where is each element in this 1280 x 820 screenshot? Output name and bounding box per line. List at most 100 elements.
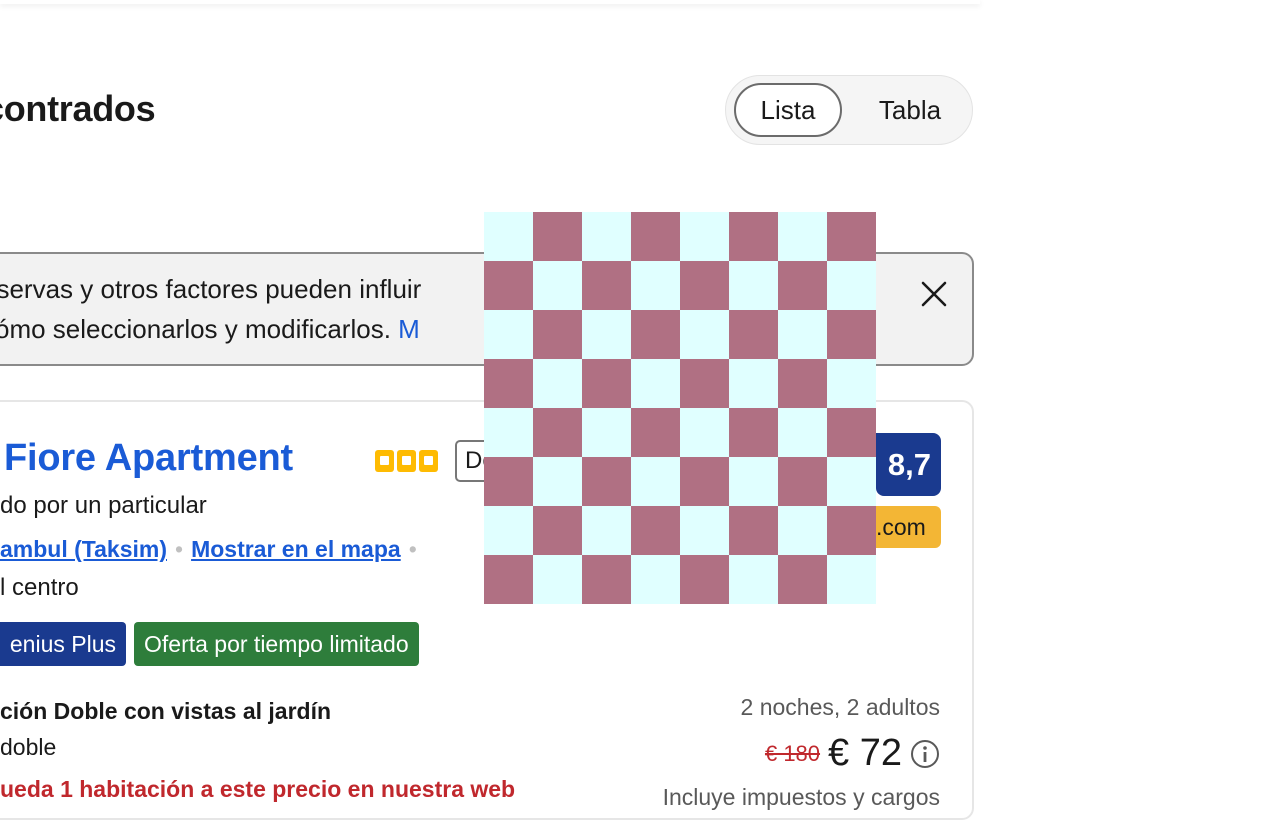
checker-cell: [631, 261, 680, 310]
checker-cell: [631, 408, 680, 457]
checker-cell: [484, 408, 533, 457]
checker-cell: [680, 506, 729, 555]
checker-cell: [484, 310, 533, 359]
checker-cell: [680, 457, 729, 506]
checkerboard-overlay: [484, 212, 876, 604]
separator-dot: •: [175, 536, 184, 562]
checker-cell: [484, 359, 533, 408]
checker-cell: [533, 310, 582, 359]
checker-cell: [827, 408, 876, 457]
checker-cell: [827, 310, 876, 359]
checker-cell: [533, 408, 582, 457]
notice-text-line-2-body: cómo seleccionarlos y modificarlos.: [0, 314, 391, 344]
checker-cell: [778, 212, 827, 261]
room-type: ción Doble con vistas al jardín: [0, 698, 332, 724]
checker-cell: [533, 261, 582, 310]
price-row: € 180 € 72: [765, 732, 940, 775]
checker-cell: [533, 506, 582, 555]
checker-cell: [729, 310, 778, 359]
star-icon: [397, 450, 416, 472]
checker-cell: [582, 359, 631, 408]
star-icon: [419, 450, 438, 472]
checker-cell: [827, 555, 876, 604]
checker-cell: [484, 506, 533, 555]
toggle-option-list[interactable]: Lista: [734, 83, 842, 137]
checker-cell: [729, 359, 778, 408]
host-text: do por un particular: [0, 492, 207, 519]
checker-cell: [631, 212, 680, 261]
checker-cell: [582, 408, 631, 457]
show-on-map-link[interactable]: Mostrar en el mapa: [191, 536, 401, 562]
review-score-badge[interactable]: 8,7: [876, 433, 941, 496]
results-heading: contrados: [0, 88, 156, 129]
checker-cell: [827, 457, 876, 506]
distance-text: l centro: [0, 574, 79, 601]
availability-warning: ueda 1 habitación a este precio en nuest…: [0, 776, 516, 802]
property-name-link[interactable]: m Fiore Apartment: [0, 437, 293, 480]
checker-cell: [827, 212, 876, 261]
checker-cell: [533, 457, 582, 506]
location-link[interactable]: ambul (Taksim): [0, 536, 167, 562]
checker-cell: [582, 555, 631, 604]
checker-cell: [827, 359, 876, 408]
checker-cell: [680, 555, 729, 604]
checker-cell: [680, 261, 729, 310]
checker-cell: [582, 261, 631, 310]
checker-cell: [729, 506, 778, 555]
original-price: € 180: [764, 740, 821, 766]
location-row: ambul (Taksim) • Mostrar en el mapa •: [0, 536, 425, 563]
checker-cell: [631, 506, 680, 555]
checker-cell: [582, 310, 631, 359]
checker-cell: [778, 408, 827, 457]
info-icon[interactable]: [910, 739, 940, 769]
close-icon[interactable]: [918, 278, 950, 310]
checker-cell: [631, 457, 680, 506]
current-price: € 72: [828, 732, 902, 774]
notice-more-link[interactable]: M: [398, 314, 420, 344]
checker-cell: [631, 359, 680, 408]
checker-cell: [778, 359, 827, 408]
view-toggle: Lista Tabla: [725, 75, 973, 145]
checker-cell: [778, 457, 827, 506]
checker-cell: [827, 261, 876, 310]
checker-cell: [533, 359, 582, 408]
star-rating: [375, 450, 438, 472]
checker-cell: [484, 457, 533, 506]
checker-cell: [778, 506, 827, 555]
checker-cell: [582, 506, 631, 555]
checker-cell: [680, 212, 729, 261]
toggle-option-table[interactable]: Tabla: [856, 83, 964, 137]
checker-cell: [729, 261, 778, 310]
checker-cell: [729, 457, 778, 506]
bed-type: doble: [0, 734, 57, 760]
checker-cell: [729, 555, 778, 604]
checker-cell: [680, 359, 729, 408]
checker-cell: [680, 408, 729, 457]
checker-cell: [484, 212, 533, 261]
stay-details: 2 noches, 2 adultos: [740, 694, 940, 720]
genius-badge: enius Plus: [0, 622, 126, 666]
checker-cell: [778, 310, 827, 359]
checker-cell: [729, 408, 778, 457]
checker-cell: [729, 212, 778, 261]
checker-cell: [484, 261, 533, 310]
partner-badge: .com: [876, 506, 941, 548]
notice-text-line-1: eservas y otros factores pueden influir: [0, 274, 422, 304]
checker-cell: [778, 261, 827, 310]
checker-cell: [631, 555, 680, 604]
taxes-note: Incluye impuestos y cargos: [662, 784, 940, 810]
checker-cell: [582, 457, 631, 506]
separator-dot: •: [408, 536, 417, 562]
checker-cell: [484, 555, 533, 604]
star-icon: [375, 450, 394, 472]
checker-cell: [631, 310, 680, 359]
checker-cell: [533, 555, 582, 604]
checker-cell: [778, 555, 827, 604]
checker-cell: [827, 506, 876, 555]
top-bar-shadow: [0, 0, 980, 4]
checker-cell: [533, 212, 582, 261]
checker-cell: [582, 212, 631, 261]
notice-text-line-2: cómo seleccionarlos y modificarlos. M: [0, 314, 420, 345]
limited-offer-badge: Oferta por tiempo limitado: [134, 622, 419, 666]
checker-cell: [680, 310, 729, 359]
